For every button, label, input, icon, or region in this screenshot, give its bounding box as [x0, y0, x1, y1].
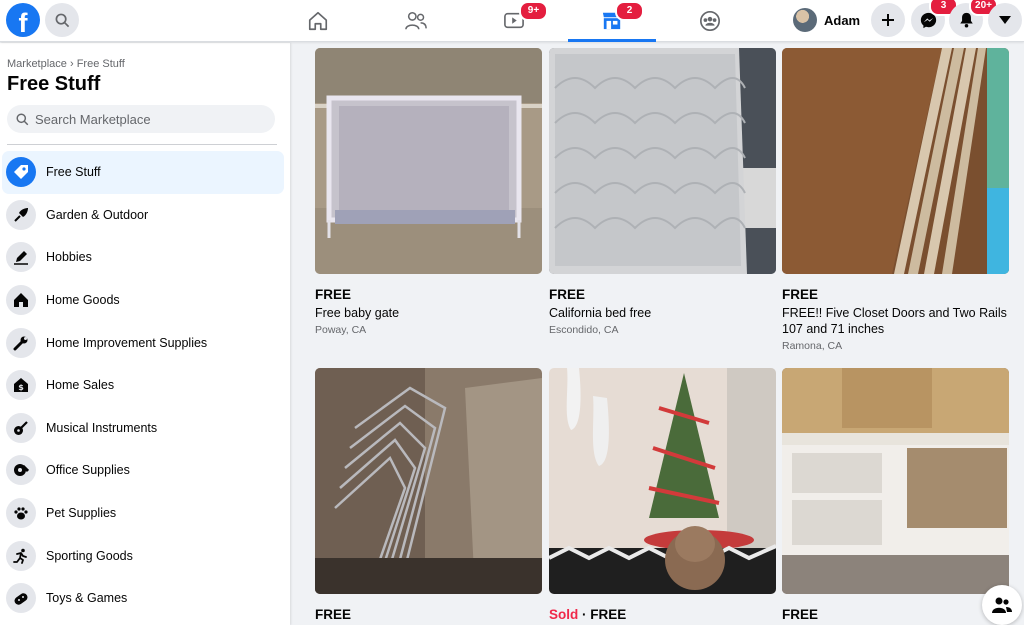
profile-name: Adam — [824, 12, 861, 28]
sidebar-item-label: Garden & Outdoor — [46, 207, 149, 222]
listing-location: Ramona, CA — [782, 340, 843, 352]
caret-down-icon — [999, 16, 1011, 24]
free-stuff-icon — [6, 157, 36, 188]
tab-groups[interactable] — [666, 0, 754, 42]
paw-icon — [6, 498, 36, 529]
garden-icon — [6, 199, 36, 230]
listing-price: FREE — [315, 607, 352, 622]
listing-title: FREE!! Five Closet Doors and Two Rails 1… — [782, 306, 1007, 336]
search-button[interactable] — [45, 3, 79, 37]
sidebar-item-label: Musical Instruments — [46, 420, 158, 435]
sidebar-item-label: Home Sales — [46, 378, 115, 393]
facebook-logo[interactable]: f — [6, 3, 40, 37]
gamepad-icon — [6, 583, 36, 614]
sidebar-item-pet-supplies[interactable]: Pet Supplies — [2, 492, 284, 535]
bell-icon — [959, 12, 973, 28]
contacts-button[interactable] — [982, 585, 1022, 625]
divider — [7, 144, 277, 145]
sidebar-item-label: Toys & Games — [46, 591, 128, 606]
marketplace-sidebar: Marketplace › Free Stuff Free Stuff Free… — [0, 43, 290, 625]
listing-card[interactable]: FREE Free baby gate Poway, CA — [315, 48, 542, 336]
profile-shortcut[interactable]: Adam — [790, 4, 866, 36]
tab-watch[interactable]: 9+ — [470, 0, 558, 42]
listing-photo-wire-rack[interactable] — [315, 368, 542, 594]
listing-photo-baby-gate[interactable] — [315, 48, 542, 274]
tab-friends[interactable] — [372, 0, 460, 42]
price-separator: · — [578, 607, 591, 622]
home-goods-icon — [6, 285, 36, 316]
friends-icon — [405, 11, 427, 30]
listing-price: FREE — [549, 287, 586, 302]
search-bar[interactable] — [7, 105, 275, 133]
running-icon — [6, 540, 36, 571]
listing-location: Escondido, CA — [549, 324, 619, 336]
listing-price-value: FREE — [590, 607, 627, 622]
sidebar-item-label: Sporting Goods — [46, 548, 133, 563]
create-button[interactable] — [871, 3, 905, 37]
top-navigation-bar: f 9+ 2 Adam 3 20+ — [0, 0, 1024, 42]
sidebar-item-free-stuff[interactable]: Free Stuff — [2, 151, 284, 194]
groups-icon — [700, 11, 720, 31]
messenger-button[interactable]: 3 — [911, 0, 958, 37]
home-sales-icon: $ — [6, 370, 36, 401]
sidebar-item-home-goods[interactable]: Home Goods — [2, 279, 284, 322]
listing-card[interactable]: FREE — [782, 368, 1009, 622]
sidebar-item-musical-instruments[interactable]: Musical Instruments — [2, 407, 284, 450]
listing-price: FREE — [782, 607, 819, 622]
listing-photo-bed[interactable] — [549, 48, 776, 274]
search-input[interactable] — [35, 111, 255, 127]
search-icon — [55, 13, 69, 27]
listing-card[interactable]: FREE FREE!! Five Closet Doors and Two Ra… — [782, 48, 1009, 352]
sidebar-item-office-supplies[interactable]: Office Supplies — [2, 449, 284, 492]
listing-photo-shelf[interactable] — [782, 368, 1009, 594]
watch-badge: 9+ — [519, 1, 548, 21]
sidebar-item-home-improvement[interactable]: Home Improvement Supplies — [2, 321, 284, 364]
home-icon — [308, 11, 328, 31]
listing-location: Poway, CA — [315, 324, 367, 336]
office-icon — [6, 455, 36, 486]
listing-photo-closet-doors[interactable] — [782, 48, 1009, 274]
avatar — [793, 8, 817, 32]
tab-marketplace[interactable]: 2 — [568, 0, 656, 42]
listing-title: California bed free — [549, 306, 652, 320]
people-icon — [992, 597, 1012, 613]
page-title: Free Stuff — [7, 73, 101, 95]
search-icon — [16, 112, 29, 125]
listing-card[interactable]: FREE California bed free Escondido, CA — [549, 48, 776, 336]
listing-photo-christmas-tree[interactable] — [549, 368, 776, 594]
listing-card[interactable]: Sold · FREE — [549, 368, 776, 622]
sidebar-item-sporting-goods[interactable]: Sporting Goods — [2, 534, 284, 577]
sidebar-item-garden-outdoor[interactable]: Garden & Outdoor — [2, 194, 284, 237]
sold-label: Sold — [549, 607, 579, 622]
sidebar-item-label: Pet Supplies — [46, 506, 117, 521]
sidebar-item-home-sales[interactable]: $ Home Sales — [2, 364, 284, 407]
sidebar-item-label: Home Improvement Supplies — [46, 335, 208, 350]
hobbies-icon — [6, 242, 36, 273]
svg-text:$: $ — [18, 383, 24, 392]
tab-home[interactable] — [274, 0, 362, 42]
guitar-icon — [6, 412, 36, 443]
sidebar-item-toys-games[interactable]: Toys & Games — [2, 577, 284, 620]
account-menu-button[interactable] — [988, 3, 1022, 37]
sidebar-item-label: Hobbies — [46, 250, 92, 265]
sidebar-item-label: Home Goods — [46, 293, 120, 308]
listing-price: FREE — [782, 287, 819, 302]
listing-title: Free baby gate — [315, 306, 400, 320]
sidebar-item-label: Free Stuff — [46, 165, 101, 180]
category-list: Free Stuff Garden & Outdoor Hobbies Home… — [2, 151, 284, 620]
wrench-icon — [6, 327, 36, 358]
sidebar-item-hobbies[interactable]: Hobbies — [2, 236, 284, 279]
notifications-button[interactable]: 20+ — [949, 0, 998, 37]
sidebar-item-label: Office Supplies — [46, 463, 130, 478]
breadcrumb[interactable]: Marketplace › Free Stuff — [7, 58, 125, 70]
listing-card[interactable]: FREE — [315, 368, 542, 622]
listing-price: FREE — [315, 287, 352, 302]
marketplace-badge: 2 — [615, 1, 644, 21]
plus-icon — [882, 14, 894, 26]
listing-price: Sold · FREE — [549, 607, 776, 622]
